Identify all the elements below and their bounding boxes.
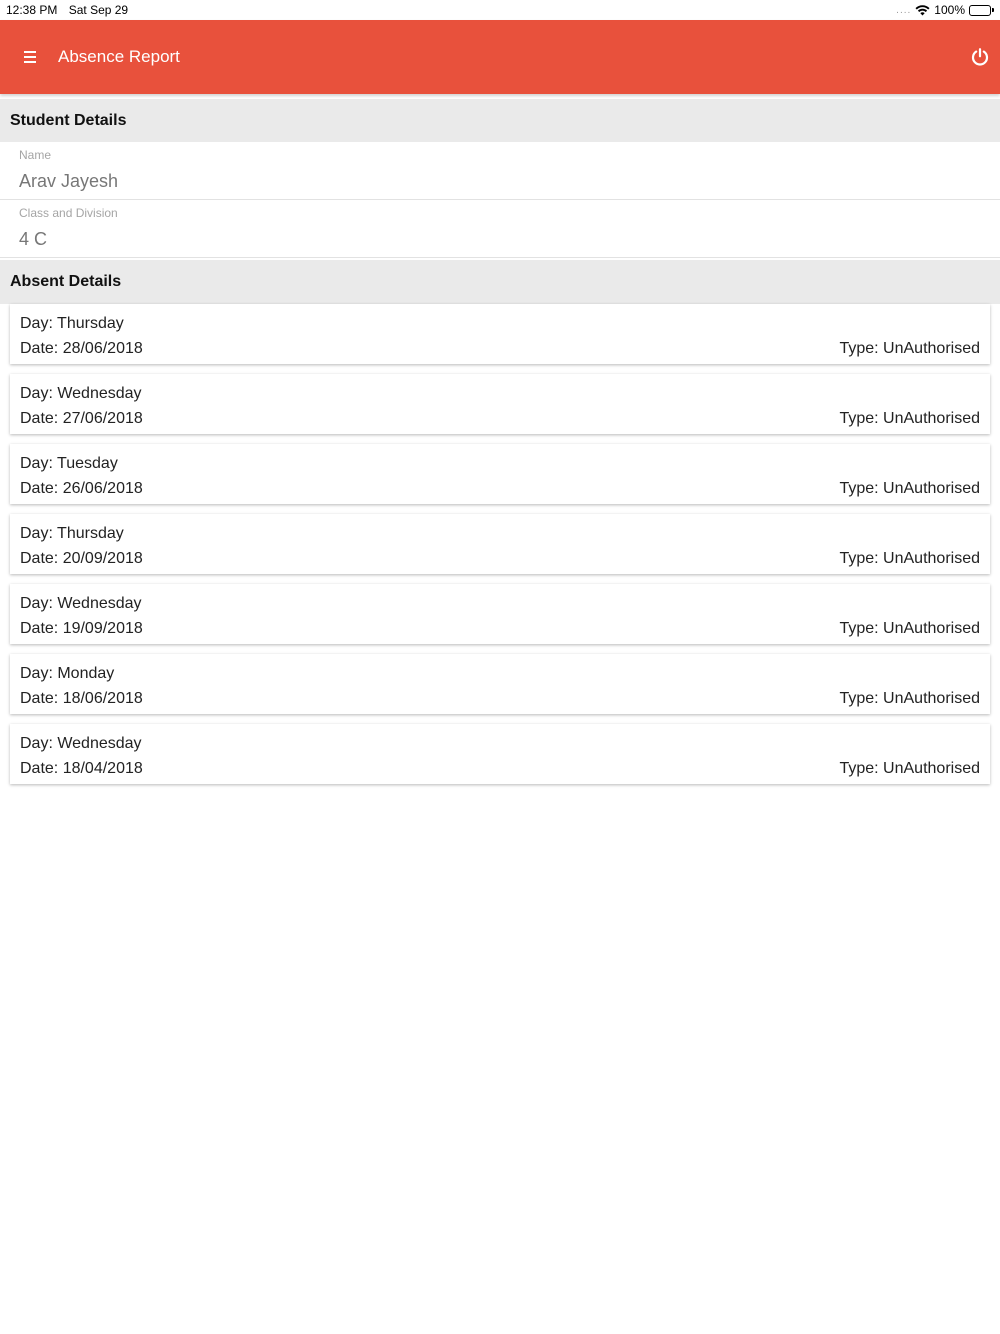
absence-date: Date: 28/06/2018 (20, 340, 143, 357)
absence-type: Type: UnAuthorised (839, 340, 980, 357)
battery-percent: 100% (934, 3, 965, 17)
status-right: .... 100% (896, 3, 994, 17)
power-icon[interactable] (960, 20, 1000, 94)
absence-card[interactable]: Day: Thursday Date: 28/06/2018 Type: UnA… (10, 304, 990, 364)
absence-day: Day: Wednesday (20, 595, 142, 612)
absence-card[interactable]: Day: Wednesday Date: 18/04/2018 Type: Un… (10, 724, 990, 784)
absence-card[interactable]: Day: Monday Date: 18/06/2018 Type: UnAut… (10, 654, 990, 714)
student-details-header: Student Details (0, 99, 1000, 142)
absence-date: Date: 19/09/2018 (20, 620, 143, 637)
absence-date: Date: 26/06/2018 (20, 480, 143, 497)
absence-type: Type: UnAuthorised (839, 760, 980, 777)
absence-date: Date: 18/06/2018 (20, 690, 143, 707)
name-field: Name Arav Jayesh (0, 142, 1000, 200)
absence-day: Day: Wednesday (20, 385, 142, 402)
class-value: 4 C (19, 229, 48, 249)
hamburger-menu-icon[interactable] (0, 20, 60, 94)
wifi-icon (915, 4, 930, 16)
absence-type: Type: UnAuthorised (839, 620, 980, 637)
status-bar: 12:38 PM Sat Sep 29 .... 100% (0, 0, 1000, 20)
absence-date: Date: 27/06/2018 (20, 410, 143, 427)
absence-day: Day: Wednesday (20, 735, 142, 752)
absence-day: Day: Thursday (20, 315, 124, 332)
absence-date: Date: 18/04/2018 (20, 760, 143, 777)
absence-card[interactable]: Day: Wednesday Date: 19/09/2018 Type: Un… (10, 584, 990, 644)
absence-type: Type: UnAuthorised (839, 690, 980, 707)
status-time: 12:38 PM (6, 3, 58, 17)
signal-icon: .... (896, 4, 912, 16)
page-title: Absence Report (58, 47, 180, 66)
absence-day: Day: Monday (20, 665, 115, 682)
absence-card[interactable]: Day: Thursday Date: 20/09/2018 Type: UnA… (10, 514, 990, 574)
absence-type: Type: UnAuthorised (839, 410, 980, 427)
absence-type: Type: UnAuthorised (839, 480, 980, 497)
absence-type: Type: UnAuthorised (839, 550, 980, 567)
absence-day: Day: Tuesday (20, 455, 118, 472)
status-date: Sat Sep 29 (68, 3, 129, 17)
absence-date: Date: 20/09/2018 (20, 550, 143, 567)
app-bar: Absence Report (0, 20, 1000, 94)
name-value: Arav Jayesh (19, 171, 119, 191)
absence-day: Day: Thursday (20, 525, 124, 542)
absence-card[interactable]: Day: Tuesday Date: 26/06/2018 Type: UnAu… (10, 444, 990, 504)
absence-list: Day: Thursday Date: 28/06/2018 Type: UnA… (10, 304, 990, 794)
absent-details-header: Absent Details (0, 260, 1000, 304)
battery-icon (969, 4, 994, 16)
absence-card[interactable]: Day: Wednesday Date: 27/06/2018 Type: Un… (10, 374, 990, 434)
name-label: Name (19, 148, 52, 162)
status-left: 12:38 PM Sat Sep 29 (6, 3, 136, 17)
class-label: Class and Division (19, 206, 118, 220)
class-field: Class and Division 4 C (0, 200, 1000, 258)
